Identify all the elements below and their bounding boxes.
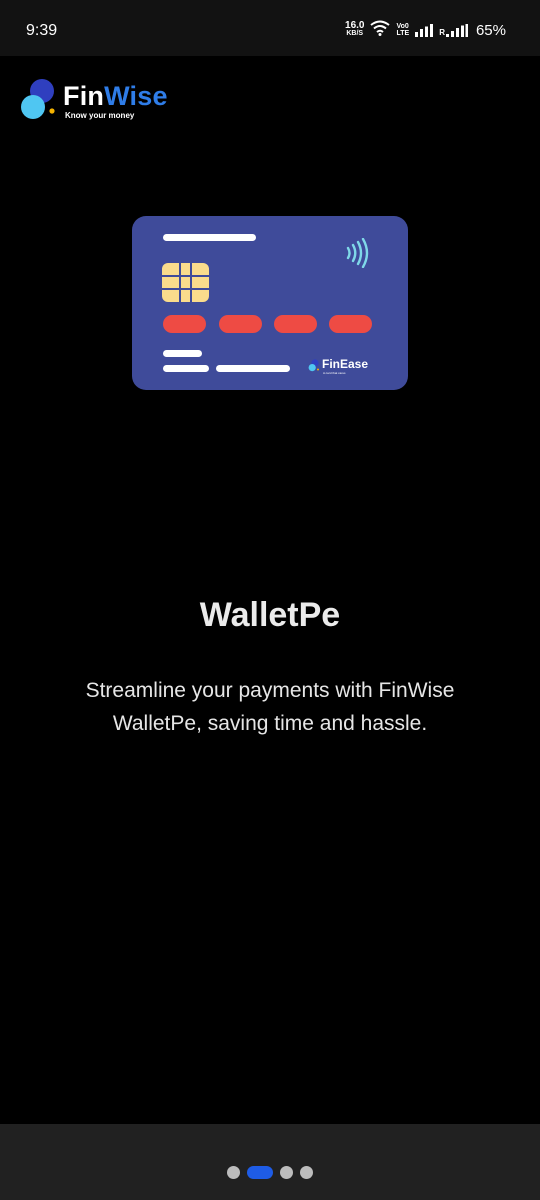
card-name-line-right xyxy=(216,365,290,372)
onboarding-description: Streamline your payments with FinWise Wa… xyxy=(85,679,455,735)
card-brand-name: FinEase xyxy=(322,357,369,371)
battery-percentage: 65% xyxy=(475,21,506,39)
logo-name-wise: Wise xyxy=(104,81,168,111)
status-time: 9:39 xyxy=(26,22,58,39)
page-indicator-dot-3[interactable] xyxy=(280,1166,293,1179)
network-speed: 16.0 KB/S xyxy=(345,20,365,38)
credit-card-illustration: FinEase A card that cares xyxy=(132,216,408,390)
network-speed-value: 16.0 xyxy=(345,20,365,31)
logo-name: FinWise xyxy=(63,81,168,112)
page-indicator-dot-1[interactable] xyxy=(227,1166,240,1179)
bottom-navigation-bar xyxy=(0,1124,540,1200)
onboarding-title: WalletPe xyxy=(199,596,341,634)
status-icons: 16.0 KB/S Vo0 LTE R 65% xyxy=(345,20,506,40)
finwise-logo: FinWise Know your money xyxy=(20,78,220,128)
signal-roaming-icon: R xyxy=(439,23,468,37)
page-indicator-dot-2-active[interactable] xyxy=(247,1166,273,1179)
card-number-block-1 xyxy=(163,315,206,333)
card-name-line-short xyxy=(163,350,202,357)
volte-top: Vo0 xyxy=(396,23,409,30)
card-brand-tagline: A card that cares xyxy=(323,371,346,375)
finease-logo-icon xyxy=(308,359,319,372)
card-name-line-left xyxy=(163,365,209,372)
volte-indicator: Vo0 LTE xyxy=(396,23,409,37)
page-indicator-dot-4[interactable] xyxy=(300,1166,313,1179)
logo-name-fin: Fin xyxy=(63,81,105,111)
wifi-icon xyxy=(370,20,391,41)
roaming-label: R xyxy=(439,27,445,37)
card-chip-icon xyxy=(162,263,209,302)
network-speed-unit: KB/S xyxy=(346,30,364,37)
card-number-block-2 xyxy=(219,315,262,333)
signal-icon xyxy=(415,23,434,37)
card-top-line xyxy=(163,234,256,241)
finwise-logo-icon xyxy=(21,79,55,119)
card-number-block-4 xyxy=(329,315,372,333)
card-number-block-3 xyxy=(274,315,317,333)
card-brand-logo: FinEase A card that cares xyxy=(308,357,378,377)
contactless-icon xyxy=(346,238,369,268)
volte-bottom: LTE xyxy=(396,30,410,37)
logo-tagline: Know your money xyxy=(65,111,135,120)
page-indicator xyxy=(0,1166,540,1179)
status-bar: 9:39 16.0 KB/S Vo0 LTE R 65% xyxy=(0,0,540,56)
